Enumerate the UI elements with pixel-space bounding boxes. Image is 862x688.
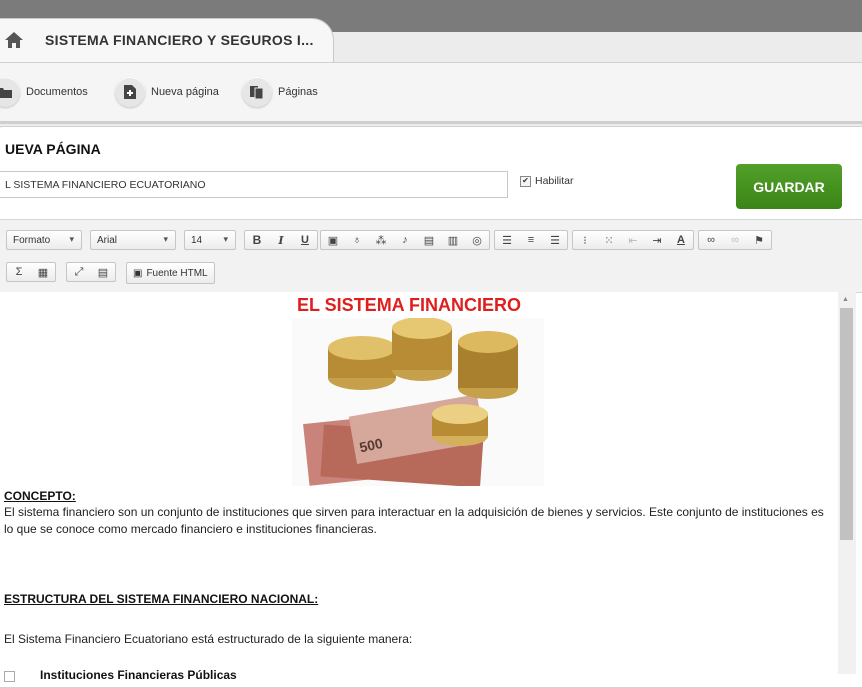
- estructura-heading: ESTRUCTURA DEL SISTEMA FINANCIERO NACION…: [4, 592, 319, 606]
- link-group: ∞ ∞ ⚑: [698, 230, 772, 250]
- folder-icon: [0, 77, 20, 107]
- view-group: ⤢ ▤: [66, 262, 116, 282]
- bold-button[interactable]: B: [245, 231, 269, 249]
- source-html-label: Fuente HTML: [146, 267, 208, 279]
- gallery-icon[interactable]: ▥: [441, 231, 465, 249]
- extra-group: Σ ▦: [6, 262, 56, 282]
- align-group: ☰ ≡ ☰: [494, 230, 568, 250]
- concepto-heading: CONCEPTO:: [4, 489, 76, 503]
- source-html-icon: ▣: [133, 267, 143, 279]
- nav-paginas[interactable]: Páginas: [242, 77, 318, 107]
- ordered-list-icon[interactable]: ⁝: [573, 231, 597, 249]
- list-item: Instituciones Financieras Públicas: [40, 668, 237, 682]
- concepto-paragraph: El sistema financiero son un conjunto de…: [4, 505, 824, 536]
- nav-nueva-pagina-label: Nueva página: [151, 86, 219, 98]
- unlink-icon[interactable]: ∞: [723, 231, 747, 249]
- navigation-bar: Documentos Nueva página Páginas: [0, 62, 862, 124]
- format-select-value: Formato: [13, 234, 51, 246]
- font-color-icon[interactable]: A: [669, 231, 693, 249]
- insert-group: ▣ ♁ ⁂ ♪ ▤ ▥ ◎: [320, 230, 490, 250]
- video-icon[interactable]: ▤: [417, 231, 441, 249]
- align-right-icon[interactable]: ☰: [543, 231, 567, 249]
- editor-toolbar: Formato ▾ Arial ▾ 14 ▾ B I U ▣ ♁ ⁂ ♪ ▤ ▥ ◎ …: [0, 219, 862, 293]
- module-tab[interactable]: SISTEMA FINANCIERO Y SEGUROS I...: [0, 18, 334, 63]
- pages-icon: [242, 77, 272, 107]
- chevron-down-icon: ▾: [69, 234, 74, 244]
- chevron-down-icon: ▾: [163, 234, 168, 244]
- save-button[interactable]: GUARDAR: [736, 164, 842, 209]
- home-icon[interactable]: [3, 29, 25, 51]
- coins-image: 500: [292, 317, 544, 488]
- size-select[interactable]: 14 ▾: [184, 230, 236, 250]
- nav-documentos[interactable]: Documentos: [0, 77, 88, 107]
- font-select[interactable]: Arial ▾: [90, 230, 176, 250]
- anchor-icon[interactable]: ♁: [345, 231, 369, 249]
- list-group: ⁝ ⁙ ⇤ ⇥ A: [572, 230, 694, 250]
- nav-paginas-label: Páginas: [278, 86, 318, 98]
- font-select-value: Arial: [97, 234, 118, 246]
- page-title: UEVA PÁGINA: [5, 141, 101, 157]
- scroll-up-icon[interactable]: ▲: [842, 296, 849, 303]
- align-center-icon[interactable]: ≡: [519, 231, 543, 249]
- outdent-icon[interactable]: ⇤: [621, 231, 645, 249]
- sigma-icon[interactable]: Σ: [7, 263, 31, 281]
- nav-documentos-label: Documentos: [26, 86, 88, 98]
- table-icon[interactable]: ▦: [31, 263, 55, 281]
- underline-button[interactable]: U: [293, 231, 317, 249]
- habilitar-label: Habilitar: [535, 175, 574, 187]
- list-bullet: [4, 671, 15, 682]
- format-select[interactable]: Formato ▾: [6, 230, 82, 250]
- document-title: EL SISTEMA FINANCIERO: [297, 295, 522, 315]
- unordered-list-icon[interactable]: ⁙: [597, 231, 621, 249]
- indent-icon[interactable]: ⇥: [645, 231, 669, 249]
- audio-icon[interactable]: ♪: [393, 231, 417, 249]
- estructura-paragraph: El Sistema Financiero Ecuatoriano está e…: [4, 632, 413, 646]
- flash-icon[interactable]: ⁂: [369, 231, 393, 249]
- habilitar-toggle[interactable]: ✔ Habilitar: [520, 175, 574, 187]
- new-page-icon: [115, 77, 145, 107]
- globe-icon[interactable]: ◎: [465, 231, 489, 249]
- chevron-down-icon: ▾: [223, 234, 228, 244]
- fullscreen-icon[interactable]: ⤢: [67, 263, 91, 281]
- italic-button[interactable]: I: [269, 231, 293, 249]
- habilitar-checkbox[interactable]: ✔: [520, 175, 531, 187]
- text-style-group: B I U: [244, 230, 318, 250]
- source-html-button[interactable]: ▣ Fuente HTML: [126, 262, 215, 284]
- scrollbar-thumb[interactable]: [840, 308, 853, 540]
- nav-nueva-pagina[interactable]: Nueva página: [115, 77, 219, 107]
- flag-icon[interactable]: ⚑: [747, 231, 771, 249]
- module-title: SISTEMA FINANCIERO Y SEGUROS I...: [45, 32, 314, 48]
- align-left-icon[interactable]: ☰: [495, 231, 519, 249]
- paste-icon[interactable]: ▤: [91, 263, 115, 281]
- size-select-value: 14: [191, 234, 203, 246]
- image-icon[interactable]: ▣: [321, 231, 345, 249]
- link-icon[interactable]: ∞: [699, 231, 723, 249]
- page-title-input[interactable]: [0, 171, 508, 198]
